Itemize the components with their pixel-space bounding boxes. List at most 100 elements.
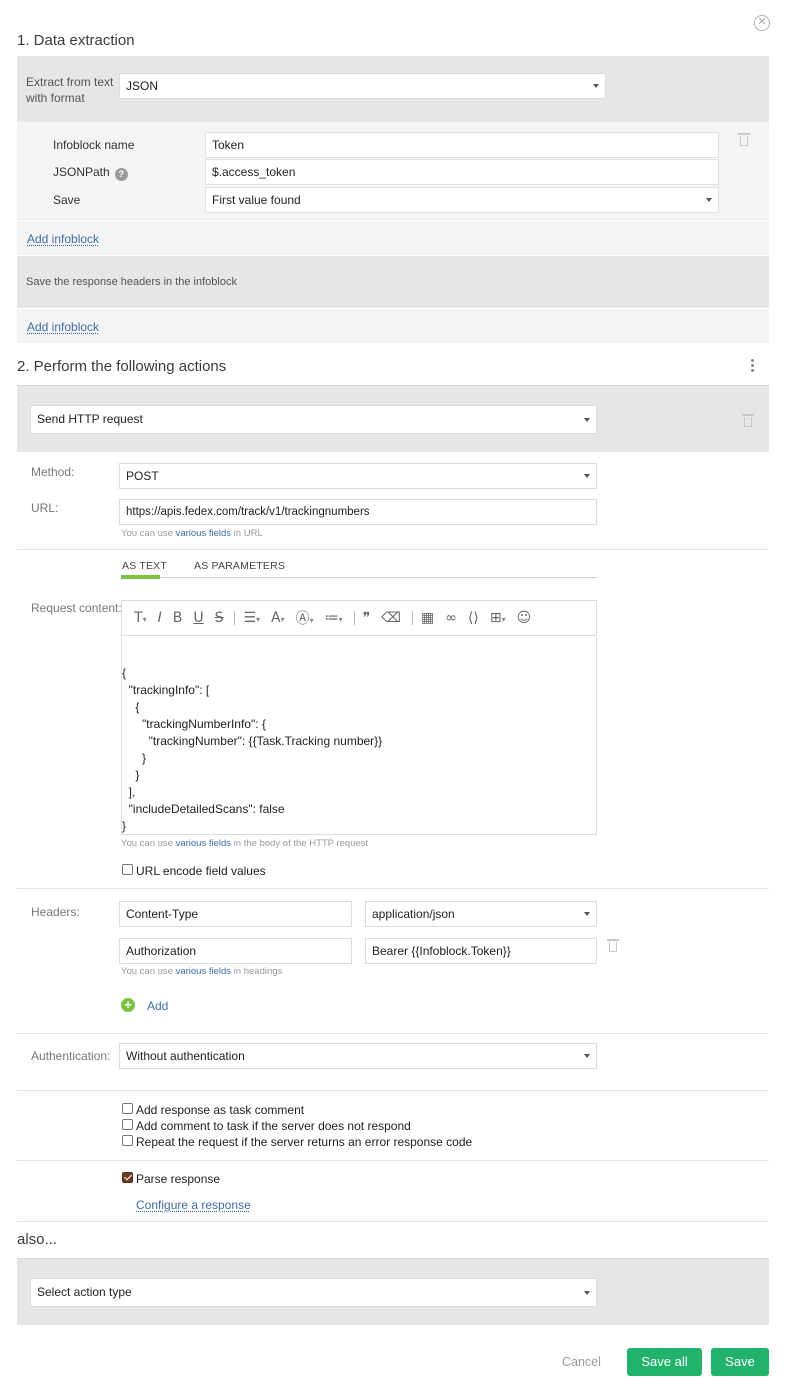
header-value-text: application/json — [372, 907, 455, 921]
divider — [17, 1160, 769, 1161]
body-line: } — [122, 768, 140, 782]
also-title: also... — [17, 1231, 58, 1248]
url-label: URL: — [31, 501, 59, 515]
infoblock-name-label: Infoblock name — [53, 138, 135, 152]
strikethrough-icon[interactable]: S — [215, 610, 224, 626]
emoji-icon[interactable]: ☺ — [517, 610, 532, 626]
save-all-button[interactable]: Save all — [627, 1348, 702, 1376]
add-circle-icon[interactable]: + — [121, 998, 135, 1012]
extract-format-label-line2: with format — [26, 91, 85, 105]
list-icon[interactable]: ≔▾ — [325, 610, 343, 626]
parse-response-checkbox[interactable] — [122, 1172, 133, 1183]
italic-icon[interactable]: I — [158, 610, 162, 626]
bold-icon[interactable]: B — [173, 610, 183, 626]
url-input[interactable]: https://apis.fedex.com/track/v1/tracking… — [119, 499, 597, 525]
no-respond-comment-checkbox[interactable] — [122, 1119, 133, 1130]
trash-icon[interactable] — [607, 938, 619, 952]
save-mode-value: First value found — [212, 193, 301, 207]
header-value-select[interactable]: application/json — [365, 901, 597, 927]
section-actions-title: 2. Perform the following actions — [17, 358, 227, 375]
method-label: Method: — [31, 465, 75, 479]
add-infoblock-link-2[interactable]: Add infoblock — [27, 320, 99, 334]
highlight-icon[interactable]: Ⓐ▾ — [296, 608, 314, 628]
toolbar-separator — [353, 611, 355, 625]
align-icon[interactable]: ☰▾ — [243, 610, 260, 626]
toolbar-separator — [234, 611, 236, 625]
repeat-request-checkbox[interactable] — [122, 1135, 133, 1146]
request-content-label: Request content: — [31, 601, 122, 615]
chevron-down-icon — [584, 912, 590, 916]
repeat-request-label: Repeat the request if the server returns… — [136, 1135, 473, 1149]
header-name-input[interactable]: Authorization — [119, 938, 352, 964]
quote-icon[interactable]: ❞ — [363, 610, 371, 626]
body-line: "includeDetailedScans": false — [122, 802, 285, 816]
authentication-value: Without authentication — [126, 1049, 245, 1063]
body-line: { — [122, 700, 140, 714]
headers-hint-link[interactable]: various fields — [176, 966, 231, 977]
configure-response-link[interactable]: Configure a response — [136, 1198, 251, 1212]
body-line: "trackingInfo": [ — [122, 683, 210, 697]
url-hint-suffix: in URL — [231, 528, 263, 539]
method-value: POST — [126, 469, 159, 483]
action-type-select[interactable]: Send HTTP request — [30, 405, 597, 434]
add-infoblock-row-2 — [17, 309, 769, 343]
chevron-down-icon — [584, 474, 590, 478]
close-icon[interactable]: ✕ — [754, 15, 770, 31]
table-icon[interactable]: ▦ — [421, 610, 434, 626]
trash-icon[interactable] — [738, 132, 750, 146]
add-infoblock-link[interactable]: Add infoblock — [27, 232, 99, 246]
infoblock-name-input[interactable]: Token — [205, 132, 719, 158]
active-tab-indicator — [121, 575, 160, 579]
request-body-editor[interactable]: { "trackingInfo": [ { "trackingNumberInf… — [121, 638, 597, 835]
parse-response-label: Parse response — [136, 1172, 221, 1186]
chevron-down-icon — [584, 1291, 590, 1295]
chevron-down-icon — [584, 418, 590, 422]
link-icon[interactable]: ∞ — [445, 610, 457, 626]
add-header-link[interactable]: Add — [147, 999, 168, 1013]
headers-label: Headers: — [31, 905, 80, 919]
divider — [17, 1090, 769, 1091]
body-hint: You can use various fields in the body o… — [121, 838, 368, 849]
method-select[interactable]: POST — [119, 463, 597, 489]
trash-icon[interactable] — [742, 413, 754, 427]
chevron-down-icon — [706, 198, 712, 202]
action-type-value: Send HTTP request — [37, 412, 143, 426]
jsonpath-input[interactable]: $.access_token — [205, 159, 719, 185]
format-select-value: JSON — [126, 79, 159, 93]
body-line: "trackingNumberInfo": { — [122, 717, 266, 731]
body-hint-prefix: You can use — [121, 838, 176, 849]
tab-as-text[interactable]: AS TEXT — [122, 560, 167, 572]
body-hint-suffix: in the body of the HTTP request — [231, 838, 369, 849]
url-encode-checkbox[interactable] — [122, 864, 133, 875]
more-options-icon[interactable] — [751, 359, 755, 374]
body-line: { — [122, 666, 127, 680]
save-mode-select[interactable]: First value found — [205, 187, 719, 213]
url-hint-link[interactable]: various fields — [176, 528, 231, 539]
code-icon[interactable]: ⟨⟩ — [468, 610, 479, 626]
select-action-type-placeholder: Select action type — [37, 1285, 132, 1299]
header-value-input[interactable]: Bearer {{Infoblock.Token}} — [365, 938, 597, 964]
help-icon[interactable]: ? — [114, 168, 128, 181]
header-name-input[interactable]: Content-Type — [119, 901, 352, 927]
toolbar-separator — [412, 611, 414, 625]
format-select[interactable]: JSON — [119, 73, 606, 99]
eraser-icon[interactable]: ⌫ — [381, 610, 401, 626]
add-infoblock-row — [17, 221, 769, 255]
url-hint: You can use various fields in URL — [121, 528, 263, 539]
headers-hint-suffix: in headings — [231, 966, 283, 977]
text-style-icon[interactable]: T▾ — [134, 610, 147, 626]
select-action-type[interactable]: Select action type — [30, 1278, 597, 1307]
editor-toolbar: T▾ I B U S ☰▾ A▾ Ⓐ▾ ≔▾ ❞ ⌫ ▦ ∞ ⟨⟩ ⊞▾ ☺ — [121, 600, 597, 636]
tab-as-parameters[interactable]: AS PARAMETERS — [194, 560, 285, 572]
body-hint-link[interactable]: various fields — [176, 838, 231, 849]
authentication-select[interactable]: Without authentication — [119, 1043, 597, 1069]
chevron-down-icon — [584, 1054, 590, 1058]
add-response-comment-label: Add response as task comment — [136, 1103, 305, 1117]
headers-hint-prefix: You can use — [121, 966, 176, 977]
font-color-icon[interactable]: A▾ — [271, 610, 285, 626]
add-response-comment-checkbox[interactable] — [122, 1103, 133, 1114]
insert-icon[interactable]: ⊞▾ — [490, 610, 506, 626]
cancel-button[interactable]: Cancel — [562, 1355, 601, 1369]
save-button[interactable]: Save — [711, 1348, 769, 1376]
underline-icon[interactable]: U — [193, 610, 203, 626]
